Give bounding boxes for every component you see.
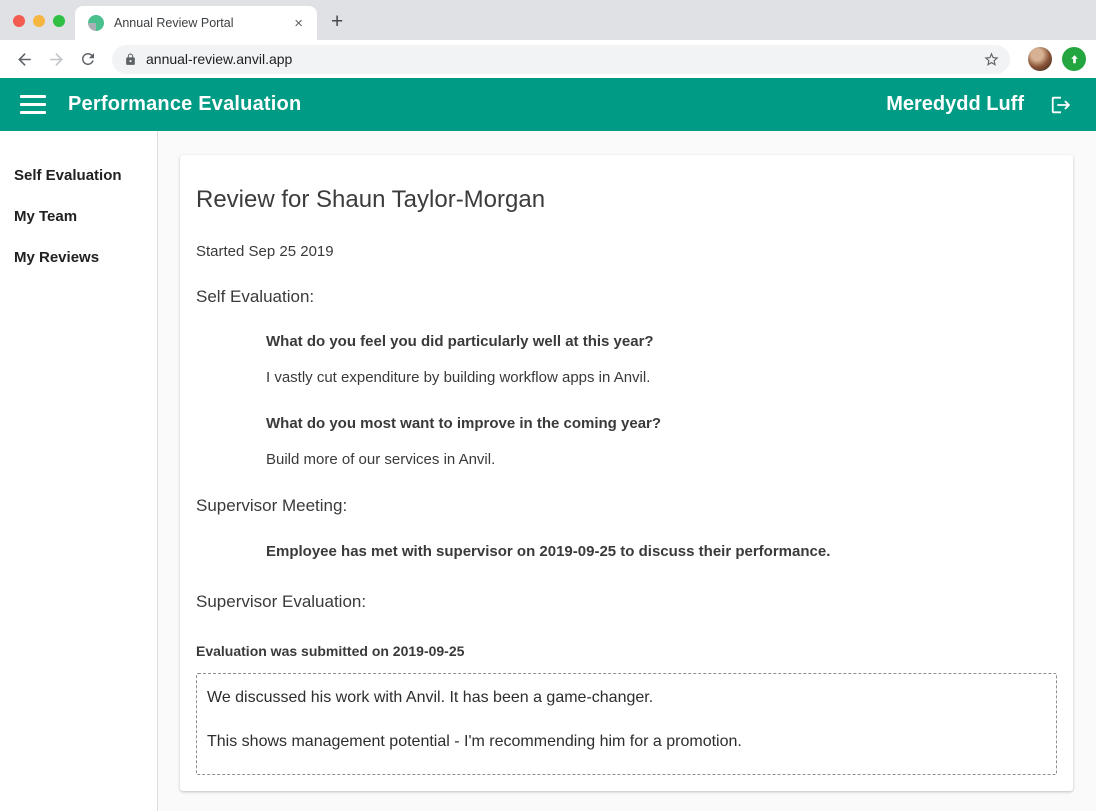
sidebar-item-my-reviews[interactable]: My Reviews: [0, 237, 157, 278]
logout-icon[interactable]: [1050, 94, 1072, 116]
app-title: Performance Evaluation: [68, 93, 301, 116]
page-body: Self Evaluation My Team My Reviews Revie…: [0, 131, 1096, 811]
review-started-date: Started Sep 25 2019: [196, 243, 1057, 260]
browser-window: Annual Review Portal × + annual-review.a…: [0, 0, 1096, 811]
section-heading-self-evaluation: Self Evaluation:: [196, 287, 1057, 307]
new-tab-button[interactable]: +: [331, 10, 343, 34]
reload-button[interactable]: [74, 45, 102, 73]
tab-close-icon[interactable]: ×: [290, 14, 307, 33]
supervisor-meeting-note: Employee has met with supervisor on 2019…: [266, 542, 1057, 561]
url-text[interactable]: annual-review.anvil.app: [146, 51, 983, 67]
supervisor-comments-textarea[interactable]: We discussed his work with Anvil. It has…: [196, 673, 1057, 775]
evaluation-submitted-date: Evaluation was submitted on 2019-09-25: [196, 643, 1057, 659]
url-bar[interactable]: annual-review.anvil.app: [112, 45, 1010, 74]
extension-up-arrow-icon[interactable]: [1062, 47, 1086, 71]
self-evaluation-qa: What do you feel you did particularly we…: [266, 332, 1057, 469]
bookmark-star-icon[interactable]: [983, 51, 1000, 68]
question: What do you most want to improve in the …: [266, 414, 1057, 433]
secure-lock-icon[interactable]: [124, 53, 137, 66]
minimize-window-button[interactable]: [33, 15, 45, 27]
forward-button: [42, 45, 70, 73]
review-title: Review for Shaun Taylor-Morgan: [196, 185, 1057, 215]
close-window-button[interactable]: [13, 15, 25, 27]
question: What do you feel you did particularly we…: [266, 332, 1057, 351]
browser-tab[interactable]: Annual Review Portal ×: [75, 6, 317, 40]
sidebar: Self Evaluation My Team My Reviews: [0, 131, 158, 811]
main-content: Review for Shaun Taylor-Morgan Started S…: [158, 131, 1096, 811]
sidebar-item-my-team[interactable]: My Team: [0, 196, 157, 237]
zoom-window-button[interactable]: [53, 15, 65, 27]
answer: I vastly cut expenditure by building wor…: [266, 368, 1057, 387]
menu-icon[interactable]: [20, 95, 46, 114]
anvil-favicon-icon: [88, 15, 104, 31]
logged-in-user: Meredydd Luff: [886, 93, 1024, 116]
review-card: Review for Shaun Taylor-Morgan Started S…: [180, 155, 1073, 791]
browser-toolbar: annual-review.anvil.app: [0, 40, 1096, 78]
reload-icon: [79, 50, 97, 68]
back-button[interactable]: [10, 45, 38, 73]
sidebar-item-self-evaluation[interactable]: Self Evaluation: [0, 155, 157, 196]
profile-avatar[interactable]: [1028, 47, 1052, 71]
tab-title: Annual Review Portal: [114, 16, 290, 30]
app-header: Performance Evaluation Meredydd Luff: [0, 78, 1096, 131]
tab-strip: Annual Review Portal × +: [0, 0, 1096, 40]
window-controls: [13, 15, 65, 27]
forward-arrow-icon: [47, 50, 66, 69]
answer: Build more of our services in Anvil.: [266, 450, 1057, 469]
section-heading-supervisor-evaluation: Supervisor Evaluation:: [196, 592, 1057, 612]
back-arrow-icon: [15, 50, 34, 69]
section-heading-supervisor-meeting: Supervisor Meeting:: [196, 496, 1057, 516]
